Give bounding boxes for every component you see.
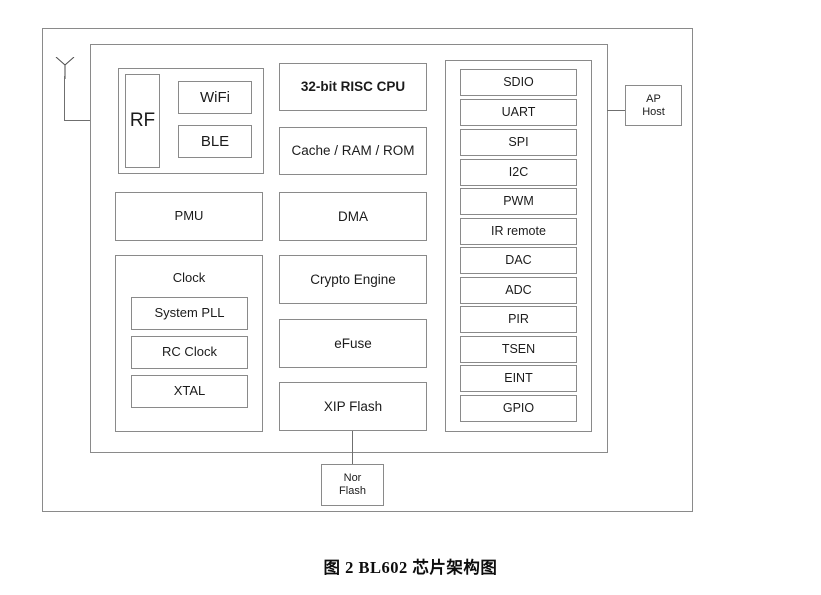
cache-ram-rom-block[interactable]: Cache / RAM / ROM <box>279 127 427 175</box>
system-pll-block[interactable]: System PLL <box>131 297 248 330</box>
crypto-engine-block[interactable]: Crypto Engine <box>279 255 427 304</box>
clock-group-label: Clock <box>172 270 206 285</box>
figure-caption: 图 2 BL602 芯片架构图 <box>323 558 498 577</box>
rc-clock-block[interactable]: RC Clock <box>131 336 248 369</box>
antenna-icon <box>55 57 75 79</box>
wifi-block[interactable]: WiFi <box>178 81 252 114</box>
antenna-feed-vertical <box>64 76 65 120</box>
rf-block[interactable]: RF <box>125 74 160 168</box>
nor-flash-line2: Flash <box>339 485 366 497</box>
risc-cpu-block[interactable]: 32-bit RISC CPU <box>279 63 427 111</box>
dma-block[interactable]: DMA <box>279 192 427 241</box>
ble-block[interactable]: BLE <box>178 125 252 158</box>
peripheral-i2c[interactable]: I2C <box>460 159 577 186</box>
peripheral-pir[interactable]: PIR <box>460 306 577 333</box>
peripheral-ir-remote[interactable]: IR remote <box>460 218 577 245</box>
peripheral-gpio[interactable]: GPIO <box>460 395 577 422</box>
peripheral-eint[interactable]: EINT <box>460 365 577 392</box>
nor-flash-block[interactable]: Nor Flash <box>321 464 384 506</box>
xtal-block[interactable]: XTAL <box>131 375 248 408</box>
chip-architecture-diagram: RF WiFi BLE PMU Clock System PLL RC Cloc… <box>0 0 821 595</box>
ap-host-line2: Host <box>642 105 665 118</box>
efuse-block[interactable]: eFuse <box>279 319 427 368</box>
peripheral-spi[interactable]: SPI <box>460 129 577 156</box>
nor-flash-connector <box>352 431 353 464</box>
ap-host-line1: AP <box>646 92 661 105</box>
nor-flash-line1: Nor <box>343 472 362 485</box>
peripheral-tsen[interactable]: TSEN <box>460 336 577 363</box>
peripheral-dac[interactable]: DAC <box>460 247 577 274</box>
pmu-block[interactable]: PMU <box>115 192 263 241</box>
xip-flash-block[interactable]: XIP Flash <box>279 382 427 431</box>
peripheral-uart[interactable]: UART <box>460 99 577 126</box>
peripheral-adc[interactable]: ADC <box>460 277 577 304</box>
peripheral-pwm[interactable]: PWM <box>460 188 577 215</box>
ap-host-block[interactable]: AP Host <box>625 85 682 126</box>
peripheral-sdio[interactable]: SDIO <box>460 69 577 96</box>
ap-host-connector <box>607 110 625 111</box>
